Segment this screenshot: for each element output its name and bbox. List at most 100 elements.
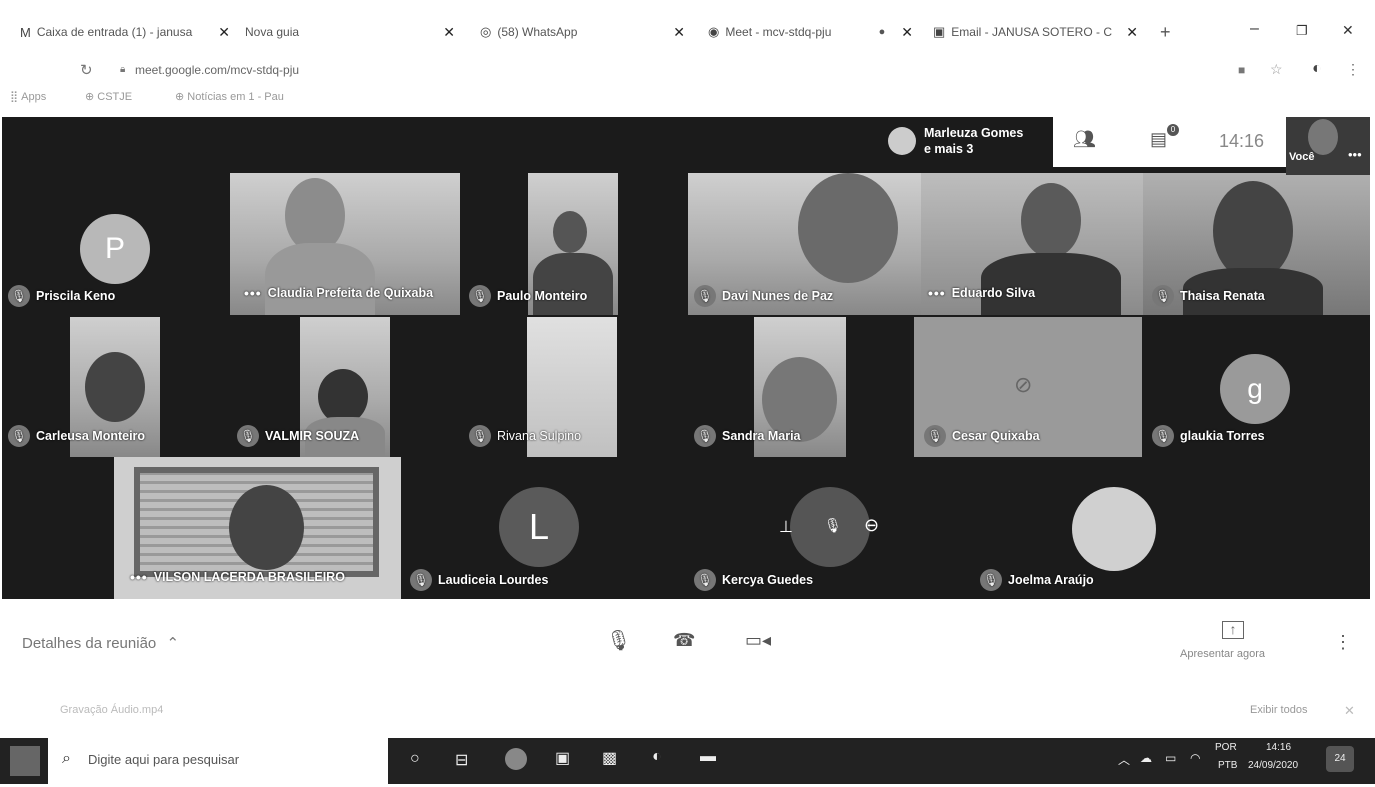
chat-icon[interactable]: ▤ [1150,129,1167,150]
powerpoint-icon[interactable]: ▩ [602,748,617,768]
tab-label: Nova guia [245,25,300,39]
tab-gmail[interactable]: M Caixa de entrada (1) - janusa ✕ [20,22,230,42]
present-icon[interactable]: ↑ [1222,621,1244,639]
close-icon[interactable]: ✕ [218,24,230,41]
mic-off-icon: 🎙︎ [694,569,716,591]
tab-label: Email - JANUSA SOTERO - C [951,25,1112,39]
onedrive-icon[interactable]: ☁︎ [1140,751,1152,765]
cortana-icon[interactable]: ○ [410,750,420,768]
close-icon[interactable]: ✕ [901,24,913,41]
taskbar-search[interactable]: ⌕ Digite aqui para pesquisar [48,738,388,784]
download-bar: Gravação Áudio.mp4 Exibir todos ✕ [0,700,1375,730]
people-icon[interactable]: 👥︎ [1073,129,1096,150]
participant-name: 🎙︎ glaukia Torres [1152,425,1265,447]
input-language[interactable]: POR [1215,742,1237,753]
download-item[interactable]: Gravação Áudio.mp4 [60,704,163,716]
outlook-icon: ▣ [933,24,946,39]
participant-name: 🎙︎ Cesar Quixaba [924,425,1040,447]
tab-label: Meet - mcv-stdq-pju [725,25,832,39]
close-icon[interactable]: ✕ [673,24,685,41]
meet-top-bar: 👥︎ ▤ 0 14:16 Você ••• [1053,117,1370,175]
restore-icon[interactable]: ❐ [1296,23,1308,39]
close-window-icon[interactable]: ✕ [1342,22,1354,39]
mic-off-icon: 🎙︎ [980,569,1002,591]
participant-name: 🎙︎ Laudiceia Lourdes [410,569,548,591]
camera-permission-icon[interactable]: ■ [1238,63,1245,77]
camera-icon[interactable]: ▭◂ [745,630,771,651]
store-icon[interactable]: ▣ [555,748,570,768]
chevron-up-icon[interactable]: ︿ [1118,751,1130,768]
lock-icon: 🔒︎ [120,64,126,75]
gmail-icon: M [20,24,31,40]
present-now-button[interactable]: Apresentar agora [1180,648,1265,660]
more-options-icon[interactable]: ⋮ [1334,632,1352,653]
tab-meet[interactable]: ◉ Meet - mcv-stdq-pju ● ✕ [708,22,913,42]
star-icon[interactable]: ☆ [1270,61,1283,78]
profile-icon[interactable]: ◐ [1312,60,1322,78]
show-all-button[interactable]: Exibir todos [1250,704,1307,716]
address-bar[interactable]: meet.google.com/mcv-stdq-pju [135,63,299,77]
task-view-icon[interactable]: ⊟ [455,750,468,770]
mic-icon[interactable]: 🎙︎ [606,628,631,653]
tab-whatsapp[interactable]: ◎ (58) WhatsApp ✕ [480,22,685,42]
meet-icon: ◉ [708,24,720,39]
more-icon: ••• [244,285,262,301]
new-tab-button[interactable]: + [1160,22,1171,42]
close-icon[interactable]: ✕ [1344,703,1355,719]
search-icon: ⌕ [62,750,71,767]
hangup-icon[interactable]: ☎︎ [673,630,695,651]
participant-name: 🎙︎ Davi Nunes de Paz [694,285,833,307]
clock-time[interactable]: 14:16 [1266,742,1291,753]
self-label: Você [1289,151,1315,163]
mic-off-icon: 🎙︎ [694,285,716,307]
more-icon[interactable]: ••• [1348,147,1362,162]
menu-icon[interactable]: ⋮ [1346,61,1360,78]
apps-icon: ⣿ [10,91,22,103]
participant-name: 🎙︎ Paulo Monteiro [469,285,587,307]
tab-outlook[interactable]: ▣ Email - JANUSA SOTERO - C ✕ [933,22,1138,42]
presenter-indicator[interactable]: Marleuza Gomes e mais 3 [888,125,1023,157]
chevron-up-icon: ⌃ [166,635,180,652]
participant-name: ••• Claudia Prefeita de Quixaba [244,285,434,301]
participant-name: 🎙︎ Thaisa Renata [1152,285,1265,307]
participant-name: 🎙︎ Rivana Sulpino [469,425,581,447]
more-icon: ••• [130,569,148,585]
recording-dot-icon: ● [878,26,886,38]
battery-icon[interactable]: ▭ [1165,751,1176,765]
wifi-icon[interactable]: ◠ [1190,751,1200,765]
bookmark-cstje[interactable]: ⊕ CSTJE [85,90,132,103]
avatar [1072,487,1156,571]
self-view[interactable]: Você ••• [1286,117,1370,175]
mute-icon[interactable]: 🎙︎ [824,517,842,534]
chrome-icon[interactable] [505,748,527,770]
participant-name: 🎙︎ Priscila Keno [8,285,115,307]
reload-icon[interactable]: ↻ [80,61,93,79]
avatar: P [80,214,150,284]
close-icon[interactable]: ✕ [443,24,455,41]
participant-name: 🎙︎ Sandra Maria [694,425,801,447]
participant-name: 🎙︎ Carleusa Monteiro [8,425,145,447]
mic-off-icon: 🎙︎ [694,425,716,447]
participant-name: ••• VILSON LACERDA BRASILEIRO [130,569,345,585]
bookmark-noticias[interactable]: ⊕ Notícias em 1 - Pau [175,90,284,103]
meeting-details-button[interactable]: Detalhes da reunião ⌃ [22,634,179,652]
keyboard-layout[interactable]: PTB [1218,760,1237,771]
mic-off-icon: 🎙︎ [8,425,30,447]
notification-center-icon[interactable]: 24 [1326,746,1354,772]
file-explorer-icon[interactable]: ▬ [700,748,716,766]
bookmark-apps[interactable]: ⣿ Apps [10,90,46,103]
pin-icon[interactable]: ⊥ [779,517,793,537]
close-icon[interactable]: ✕ [1126,24,1138,41]
windows-start-icon[interactable] [10,746,40,776]
tab-label: Caixa de entrada (1) - janusa [36,25,193,39]
remove-icon[interactable]: ⊖ [864,515,879,536]
meeting-grid: P 🎙︎ Priscila Keno ••• Claudia Prefeita de… [2,117,1370,599]
globe-icon: ⊕ [85,91,98,103]
tab-new[interactable]: Nova guia ✕ [245,22,455,42]
mic-off-icon: 🎙︎ [237,425,259,447]
minimize-icon[interactable]: – [1250,20,1259,38]
mic-off-icon: 🎙︎ [1152,425,1174,447]
edge-icon[interactable]: ◐ [652,748,662,766]
camera-off-icon: ⊘ [1014,372,1033,397]
clock-date[interactable]: 24/09/2020 [1248,760,1298,771]
